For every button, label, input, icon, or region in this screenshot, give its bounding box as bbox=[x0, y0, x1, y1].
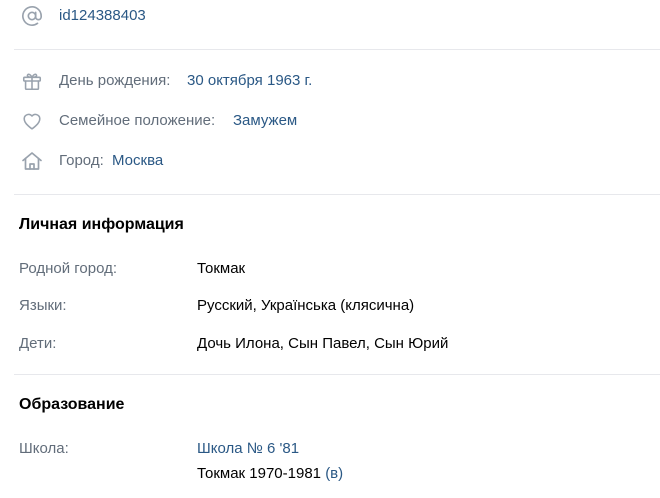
at-icon bbox=[20, 4, 44, 28]
personal-info-title: Личная информация bbox=[19, 216, 184, 233]
school-label: Школа: bbox=[19, 440, 69, 457]
birthday-label: День рождения: bbox=[59, 72, 171, 89]
user-id-link[interactable]: id124388403 bbox=[59, 6, 146, 26]
school-link[interactable]: Школа № 6 '81 bbox=[197, 439, 299, 459]
hometown-value: Токмак bbox=[197, 260, 246, 277]
divider bbox=[14, 194, 660, 195]
heart-icon bbox=[20, 109, 44, 133]
school-class-link[interactable]: (в) bbox=[325, 465, 343, 482]
city-label: Город: bbox=[59, 152, 104, 169]
hometown-label: Родной город: bbox=[19, 260, 118, 277]
school-details: Токмак 1970-1981 (в) bbox=[197, 464, 343, 484]
relationship-link[interactable]: Замужем bbox=[233, 111, 297, 131]
languages-label: Языки: bbox=[19, 297, 67, 314]
divider bbox=[14, 49, 660, 50]
children-label: Дети: bbox=[19, 335, 57, 352]
school-details-text: Токмак 1970-1981 bbox=[197, 465, 322, 482]
education-title: Образование bbox=[19, 396, 125, 413]
gift-icon bbox=[20, 69, 44, 93]
birthday-link[interactable]: 30 октября 1963 г. bbox=[187, 71, 312, 91]
languages-value: Русский, Українська (клясична) bbox=[197, 297, 415, 314]
relationship-label: Семейное положение: bbox=[59, 112, 216, 129]
city-link[interactable]: Москва bbox=[112, 151, 163, 171]
home-icon bbox=[20, 149, 44, 173]
divider bbox=[14, 374, 660, 375]
children-value: Дочь Илона, Сын Павел, Сын Юрий bbox=[197, 335, 449, 352]
